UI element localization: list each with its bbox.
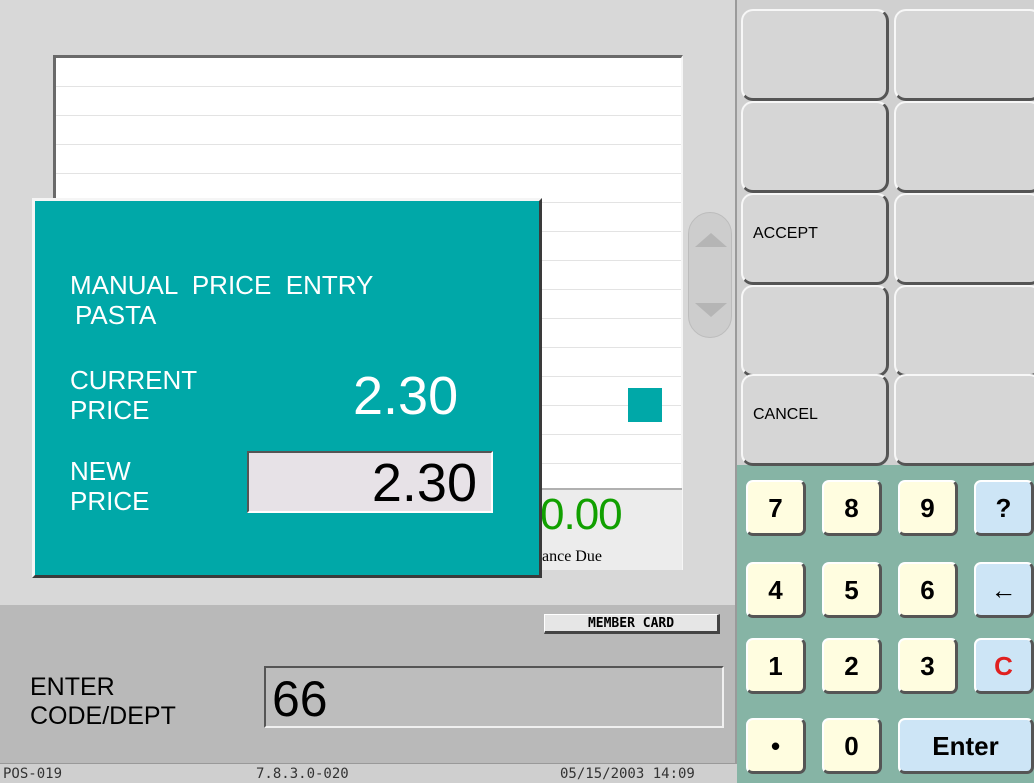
- key-1[interactable]: 1: [746, 638, 806, 694]
- function-key-6[interactable]: [894, 193, 1034, 285]
- function-key-3[interactable]: [741, 101, 889, 193]
- manual-price-entry-dialog: MANUAL PRICE ENTRY PASTA CURRENT PRICE 2…: [32, 198, 542, 578]
- key-6[interactable]: 6: [898, 562, 958, 618]
- date-time: 05/15/2003 14:09: [560, 766, 695, 782]
- current-price-value: 2.30: [353, 366, 459, 426]
- key-0[interactable]: 0: [822, 718, 882, 774]
- function-key-2[interactable]: [894, 9, 1034, 101]
- new-price-value: 2.30: [371, 453, 477, 513]
- new-price-label-2: PRICE: [70, 486, 150, 516]
- balance-due-amount: 0.00: [540, 490, 623, 539]
- prompt-label: ENTER: [30, 673, 115, 701]
- member-card-button[interactable]: MEMBER CARD: [544, 614, 720, 634]
- status-indicator: [628, 388, 662, 422]
- key-7[interactable]: 7: [746, 480, 806, 536]
- current-price-label-2: PRICE: [70, 395, 150, 425]
- item-name: PASTA: [75, 300, 157, 330]
- backspace-button[interactable]: ←: [974, 562, 1034, 618]
- left-arrow-icon: ←: [990, 575, 1017, 605]
- key-decimal[interactable]: •: [746, 718, 806, 774]
- status-bar: POS-019 7.8.3.0-020 05/15/2003 14:09: [0, 763, 737, 783]
- code-dept-input[interactable]: 66: [264, 666, 724, 728]
- function-key-4[interactable]: [894, 101, 1034, 193]
- receipt-scrollbar[interactable]: [688, 212, 732, 338]
- new-price-label: NEW: [70, 456, 131, 486]
- key-4[interactable]: 4: [746, 562, 806, 618]
- terminal-id: POS-019: [3, 766, 63, 782]
- new-price-input[interactable]: 2.30: [247, 451, 493, 513]
- scroll-down-icon[interactable]: [695, 303, 727, 317]
- key-9[interactable]: 9: [898, 480, 958, 536]
- balance-due-label: ance Due: [542, 548, 602, 565]
- key-8[interactable]: 8: [822, 480, 882, 536]
- software-version: 7.8.3.0-020: [256, 766, 349, 782]
- prompt-label-2: CODE/DEPT: [30, 702, 176, 730]
- help-button[interactable]: ?: [974, 480, 1034, 536]
- key-5[interactable]: 5: [822, 562, 882, 618]
- function-key-8[interactable]: [894, 285, 1034, 377]
- enter-button[interactable]: Enter: [898, 718, 1034, 774]
- function-key-1[interactable]: [741, 9, 889, 101]
- current-price-label: CURRENT: [70, 365, 198, 395]
- accept-button[interactable]: ACCEPT: [741, 193, 889, 285]
- dialog-title: MANUAL PRICE ENTRY: [70, 270, 374, 300]
- code-dept-value: 66: [272, 671, 328, 727]
- function-key-10[interactable]: [894, 374, 1034, 466]
- function-key-7[interactable]: [741, 285, 889, 377]
- key-2[interactable]: 2: [822, 638, 882, 694]
- key-3[interactable]: 3: [898, 638, 958, 694]
- scroll-up-icon[interactable]: [695, 233, 727, 247]
- cancel-button[interactable]: CANCEL: [741, 374, 889, 466]
- clear-button[interactable]: C: [974, 638, 1034, 694]
